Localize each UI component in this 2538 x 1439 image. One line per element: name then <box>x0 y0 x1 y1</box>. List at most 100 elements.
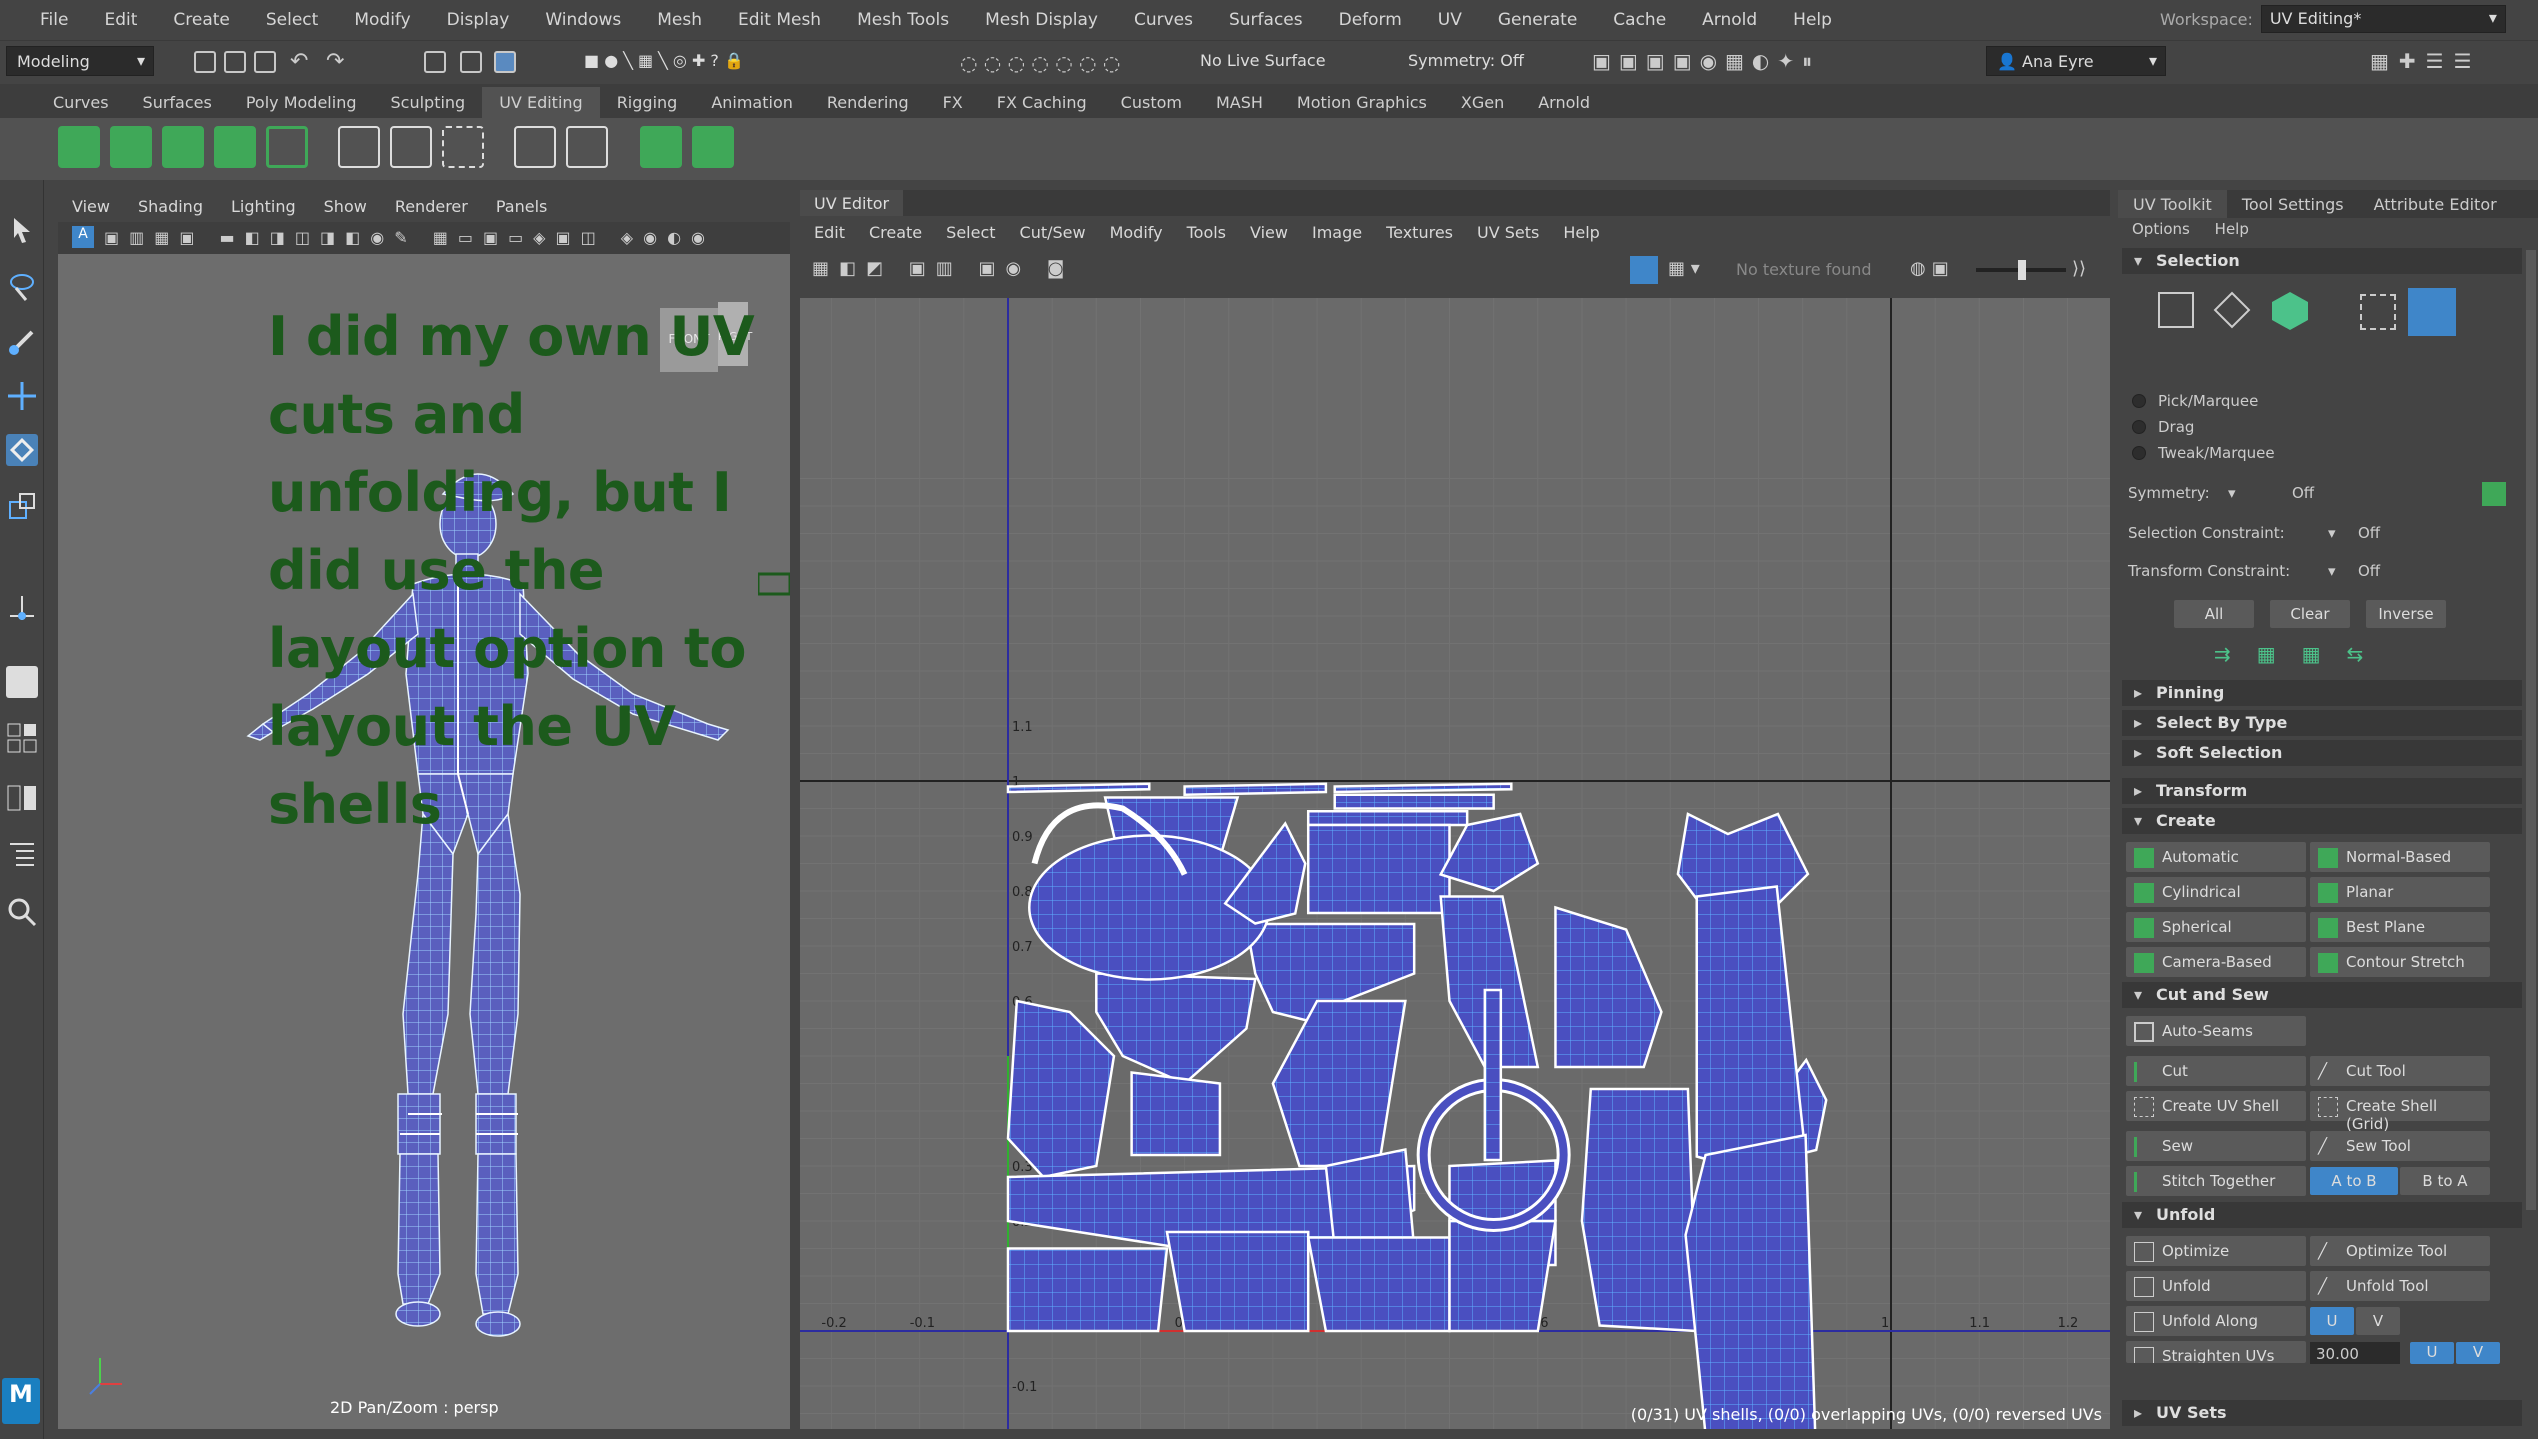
straighten-v-button[interactable]: V <box>2456 1342 2500 1364</box>
automatic-mapping-icon[interactable] <box>214 126 256 168</box>
sew-icon[interactable] <box>266 126 308 168</box>
shelf-tab-fx[interactable]: FX <box>926 87 980 118</box>
create-section[interactable]: Create <box>2122 808 2522 834</box>
shelf-tab-mash[interactable]: MASH <box>1199 87 1280 118</box>
stitch-together-button[interactable]: Stitch Together <box>2126 1166 2306 1196</box>
two-view-icon[interactable] <box>6 782 38 814</box>
unfold-along-button[interactable]: Unfold Along <box>2126 1306 2306 1336</box>
uv-menu-tools[interactable]: Tools <box>1175 223 1238 242</box>
menu-edit-mesh[interactable]: Edit Mesh <box>720 10 839 30</box>
menu-edit[interactable]: Edit <box>86 10 155 30</box>
shelf-tab-animation[interactable]: Animation <box>694 87 810 118</box>
sew-tool-button[interactable]: ╱ Sew Tool <box>2310 1131 2490 1161</box>
cut-tool-icon[interactable] <box>338 126 380 168</box>
panel-toggle-icons[interactable]: ▦✚☰☰ <box>2370 49 2482 73</box>
select-by-type-section[interactable]: Select By Type <box>2122 710 2522 736</box>
uv-menu-uv-sets[interactable]: UV Sets <box>1465 223 1551 242</box>
uv-toolbar-icons[interactable]: ▦◧◩ ▣▥ ▣◉ ◙ <box>812 258 1074 279</box>
vertex-mode-icon[interactable] <box>2158 292 2194 328</box>
shelf-tab-surfaces[interactable]: Surfaces <box>126 87 229 118</box>
viewport-menu-view[interactable]: View <box>58 197 124 216</box>
help-menu-item[interactable]: Help <box>2215 220 2249 238</box>
shelf-tab-curves[interactable]: Curves <box>36 87 126 118</box>
select-object-icon[interactable] <box>460 51 482 73</box>
transform-constraint-dropdown[interactable]: ▾ <box>2328 562 2336 580</box>
symmetry-dropdown[interactable]: ▾ <box>2228 484 2236 502</box>
live-surface-field[interactable]: No Live Surface <box>1190 46 1340 76</box>
transform-constraint-value[interactable]: Off <box>2358 562 2380 580</box>
user-dropdown[interactable]: 👤 Ana Eyre ▾ <box>1986 46 2166 76</box>
sew-tool-icon[interactable] <box>390 126 432 168</box>
unfold-button[interactable]: Unfold <box>2126 1271 2306 1301</box>
camera-based-button[interactable]: Camera-Based <box>2126 947 2306 977</box>
select-tool-icon[interactable] <box>6 214 38 246</box>
create-shell-grid-button[interactable]: Create Shell (Grid) <box>2310 1091 2490 1133</box>
save-scene-icon[interactable] <box>254 51 276 73</box>
tab-attribute-editor[interactable]: Attribute Editor <box>2359 190 2512 218</box>
cut-button[interactable]: Cut <box>2126 1056 2306 1086</box>
shelf-tab-rigging[interactable]: Rigging <box>600 87 695 118</box>
cut-and-sew-section[interactable]: Cut and Sew <box>2122 982 2522 1008</box>
clear-selection-button[interactable]: Clear <box>2270 600 2350 628</box>
scale-tool-icon[interactable] <box>6 490 38 522</box>
exposure-icons[interactable]: ◍▣ <box>1910 258 1955 279</box>
symmetry-value[interactable]: Off <box>2292 484 2314 502</box>
pinning-section[interactable]: Pinning <box>2122 680 2522 706</box>
lasso-tool-icon[interactable] <box>6 270 38 302</box>
menu-modify[interactable]: Modify <box>336 10 428 30</box>
planar-mapping-icon[interactable] <box>58 126 100 168</box>
unfold-v-button[interactable]: V <box>2356 1307 2400 1335</box>
shelf-tab-fx-caching[interactable]: FX Caching <box>980 87 1104 118</box>
shelf-tab-xgen[interactable]: XGen <box>1444 87 1521 118</box>
uv-menu-modify[interactable]: Modify <box>1098 223 1175 242</box>
open-scene-icon[interactable] <box>224 51 246 73</box>
optimize-icon[interactable] <box>514 126 556 168</box>
menu-windows[interactable]: Windows <box>527 10 639 30</box>
uv-mode-icon[interactable] <box>2360 294 2396 330</box>
menu-mesh-tools[interactable]: Mesh Tools <box>839 10 967 30</box>
redo-icon[interactable]: ↷ <box>326 49 344 74</box>
uv-menu-textures[interactable]: Textures <box>1374 223 1465 242</box>
menu-cache[interactable]: Cache <box>1595 10 1684 30</box>
pick-marquee-radio[interactable] <box>2132 394 2146 408</box>
auto-seams-button[interactable]: Auto-Seams <box>2126 1016 2306 1046</box>
menu-file[interactable]: File <box>0 10 86 30</box>
uv-menu-cut-sew[interactable]: Cut/Sew <box>1008 223 1098 242</box>
unfold-icon[interactable] <box>566 126 608 168</box>
paint-select-icon[interactable] <box>6 326 38 358</box>
workspace-dropdown[interactable]: UV Editing* <box>2260 5 2506 33</box>
uv-menu-select[interactable]: Select <box>934 223 1007 242</box>
uv-menu-view[interactable]: View <box>1238 223 1300 242</box>
spherical-mapping-icon[interactable] <box>162 126 204 168</box>
uv-menu-image[interactable]: Image <box>1300 223 1374 242</box>
best-plane-button[interactable]: Best Plane <box>2310 912 2490 942</box>
selection-section[interactable]: Selection <box>2122 248 2522 274</box>
drag-radio[interactable] <box>2132 420 2146 434</box>
uv-menu-help[interactable]: Help <box>1551 223 1611 242</box>
face-mode-icon[interactable] <box>2268 288 2312 332</box>
planar-button[interactable]: Planar <box>2310 877 2490 907</box>
viewport-menu-renderer[interactable]: Renderer <box>381 197 482 216</box>
outliner-icon[interactable] <box>6 838 38 870</box>
select-all-button[interactable]: All <box>2174 600 2254 628</box>
uv-menu-edit[interactable]: Edit <box>800 223 857 242</box>
menu-deform[interactable]: Deform <box>1321 10 1420 30</box>
optimize-tool-button[interactable]: ╱ Optimize Tool <box>2310 1236 2490 1266</box>
selection-constraint-dropdown[interactable]: ▾ <box>2328 524 2336 542</box>
gamma-icon[interactable]: ⟩⟩ <box>2072 258 2086 279</box>
menu-generate[interactable]: Generate <box>1480 10 1595 30</box>
shelf-tab-custom[interactable]: Custom <box>1104 87 1199 118</box>
a-to-b-button[interactable]: A to B <box>2310 1167 2398 1195</box>
uv-sets-section[interactable]: UV Sets <box>2122 1400 2522 1426</box>
four-view-icon[interactable] <box>6 722 38 754</box>
tweak-marquee-radio[interactable] <box>2132 446 2146 460</box>
b-to-a-button[interactable]: B to A <box>2400 1167 2490 1195</box>
select-component-icon[interactable] <box>494 51 516 73</box>
exposure-slider-handle[interactable] <box>2018 260 2026 280</box>
symmetry-icon[interactable] <box>2482 482 2506 506</box>
straighten-angle-field[interactable]: 30.00 <box>2310 1342 2400 1364</box>
symmetry-field[interactable]: Symmetry: Off <box>1398 46 1548 76</box>
snap-together-icon[interactable] <box>442 126 484 168</box>
uv-editor-canvas[interactable]: -0.2-0.10.10.20.30.40.50.60.70.80.911.11… <box>800 298 2110 1429</box>
options-menu-item[interactable]: Options <box>2132 220 2190 238</box>
